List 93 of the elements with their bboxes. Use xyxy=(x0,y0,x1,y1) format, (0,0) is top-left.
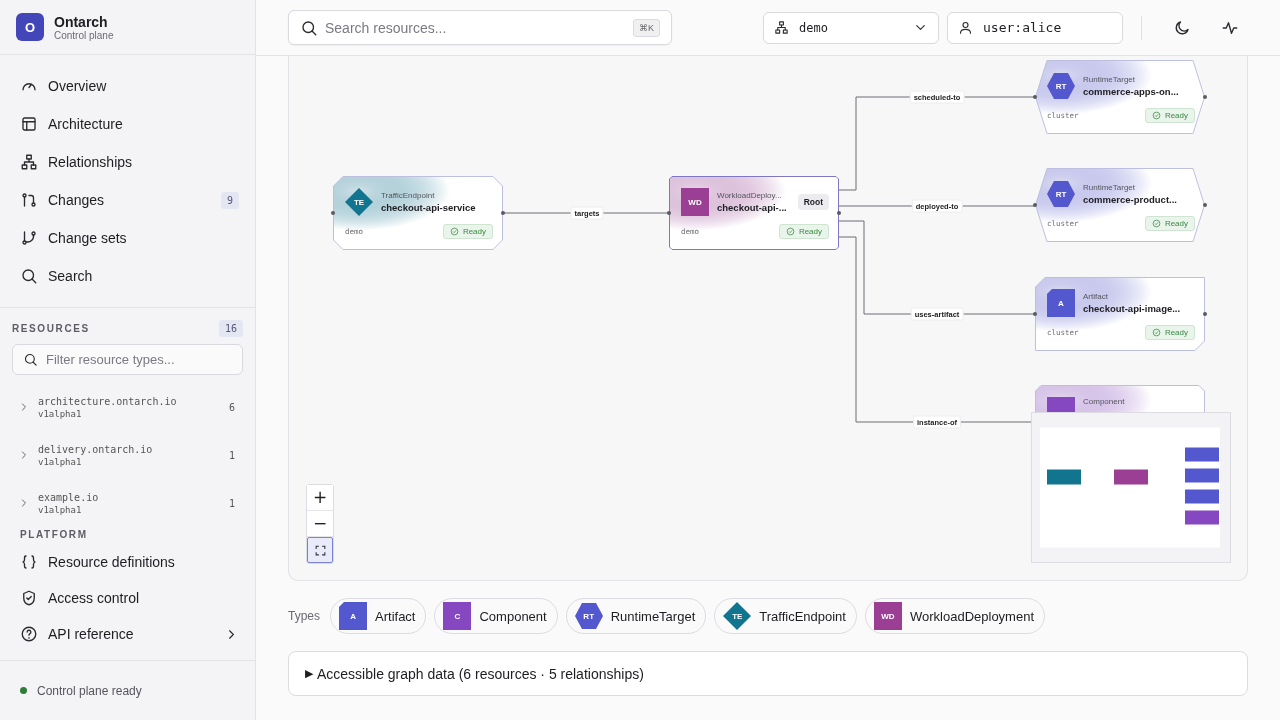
user-field[interactable]: user:alice xyxy=(947,11,1123,44)
connection-dot xyxy=(1033,312,1037,316)
zoom-in-button[interactable]: + xyxy=(307,485,333,511)
node-name: commerce-apps-on... xyxy=(1083,86,1180,97)
type-badge: TE xyxy=(345,188,373,216)
type-chip[interactable]: RT RuntimeTarget xyxy=(565,598,707,634)
node-name: checkout-api-image... xyxy=(1083,303,1182,314)
check-circle-icon xyxy=(785,227,795,236)
branch-icon xyxy=(20,229,38,247)
count-badge: 16 xyxy=(218,320,243,337)
node-type: WorkloadDeploy... xyxy=(717,191,783,200)
node-type: TrafficEndpoint xyxy=(381,191,436,200)
nav-item[interactable]: Overview xyxy=(12,67,247,105)
resource-group[interactable]: delivery.ontarch.io v1alpha1 1 xyxy=(12,431,243,479)
resource-group[interactable]: architecture.ontarch.io v1alpha1 6 xyxy=(12,383,243,431)
person-icon xyxy=(958,20,973,35)
connection-dot xyxy=(501,211,505,215)
connection-dot xyxy=(667,211,671,215)
node-name: commerce-product... xyxy=(1083,194,1178,205)
node-type: Component xyxy=(1083,397,1126,406)
minimap[interactable] xyxy=(1031,412,1231,563)
search-icon xyxy=(300,19,318,37)
nav-item[interactable]: API reference xyxy=(12,616,247,652)
nav-item[interactable]: Access control xyxy=(12,580,247,616)
type-chip[interactable]: C Component xyxy=(434,598,558,634)
check-circle-icon xyxy=(1151,219,1161,228)
type-chip[interactable]: WD WorkloadDeployment xyxy=(864,598,1045,634)
search-icon xyxy=(20,267,38,285)
connection-dot xyxy=(1203,312,1207,316)
nav-item[interactable]: Architecture xyxy=(12,105,247,143)
nav-item[interactable]: Search xyxy=(12,257,247,295)
section-title: RESOURCES xyxy=(12,323,90,334)
status-pill: Ready xyxy=(1144,325,1195,340)
resource-node[interactable] xyxy=(1035,168,1205,242)
app-name: Ontarch xyxy=(54,13,109,30)
resource-node[interactable] xyxy=(1035,60,1205,134)
node-type: RuntimeTarget xyxy=(1083,75,1137,84)
type-badge: WD xyxy=(681,188,709,216)
fit-view-button[interactable] xyxy=(307,537,333,563)
type-badge: RT xyxy=(1047,180,1075,208)
namespace-select[interactable]: demo xyxy=(763,11,939,44)
status-text: Control plane ready xyxy=(37,683,142,698)
type-chip[interactable]: TE TrafficEndpoint xyxy=(714,598,857,634)
status-pill: Ready xyxy=(1144,108,1195,123)
type-badge: TE xyxy=(723,602,752,630)
type-badge: RT xyxy=(1047,72,1075,100)
node-name: checkout-api-service xyxy=(381,202,477,213)
status-pill: Ready xyxy=(442,224,493,239)
connection-dot xyxy=(1203,203,1207,207)
count-badge: 9 xyxy=(220,191,239,209)
moon-icon xyxy=(1173,18,1191,37)
braces-icon xyxy=(20,553,38,571)
connection-dot xyxy=(1033,95,1037,99)
type-badge: A xyxy=(1047,289,1075,317)
hierarchy-icon xyxy=(20,153,38,171)
node-name: checkout-api-... xyxy=(717,202,788,213)
filter-field[interactable]: Filter resource types... xyxy=(12,344,243,375)
connection-dot xyxy=(837,211,841,215)
help-icon xyxy=(20,625,38,643)
hierarchy-icon xyxy=(774,20,789,35)
connection-dot xyxy=(1033,203,1037,207)
layout-icon xyxy=(20,115,38,133)
search-icon xyxy=(23,352,38,367)
node-type: Artifact xyxy=(1083,292,1109,301)
type-badge: A xyxy=(339,602,367,630)
type-badge: WD xyxy=(873,602,902,630)
resource-node[interactable] xyxy=(333,176,503,250)
section-title: PLATFORM xyxy=(19,528,89,542)
legend-title: Types xyxy=(288,609,320,623)
type-badge: RT xyxy=(574,602,603,630)
graph-data-toggle[interactable]: ▶ Accessible graph data (6 resources · 5 relationships) xyxy=(288,651,1248,696)
status-pill: Ready xyxy=(778,224,829,239)
check-circle-icon xyxy=(449,227,459,236)
app-subtitle: Control plane xyxy=(54,29,114,41)
nav-item[interactable]: Resource definitions xyxy=(12,544,247,580)
pull-request-icon xyxy=(20,191,38,209)
connection-dot xyxy=(1203,95,1207,99)
fit-view-icon xyxy=(313,543,327,557)
type-badge: C xyxy=(443,602,472,630)
nav-item[interactable]: Changes 9 xyxy=(12,181,247,219)
check-circle-icon xyxy=(1151,111,1161,120)
check-circle-icon xyxy=(1151,328,1161,337)
shield-icon xyxy=(20,589,38,607)
nav-item[interactable]: Change sets xyxy=(12,219,247,257)
nav-item[interactable]: Relationships xyxy=(12,143,247,181)
resource-group[interactable]: example.io v1alpha1 1 xyxy=(12,479,243,527)
root-tag: Root xyxy=(797,194,829,210)
status-pill: Ready xyxy=(1144,216,1195,231)
shortcut-key: ⌘K xyxy=(633,19,660,37)
connection-dot xyxy=(331,211,335,215)
node-type: RuntimeTarget xyxy=(1083,183,1137,192)
app-logo: O xyxy=(16,13,44,41)
type-chip[interactable]: A Artifact xyxy=(330,598,427,634)
